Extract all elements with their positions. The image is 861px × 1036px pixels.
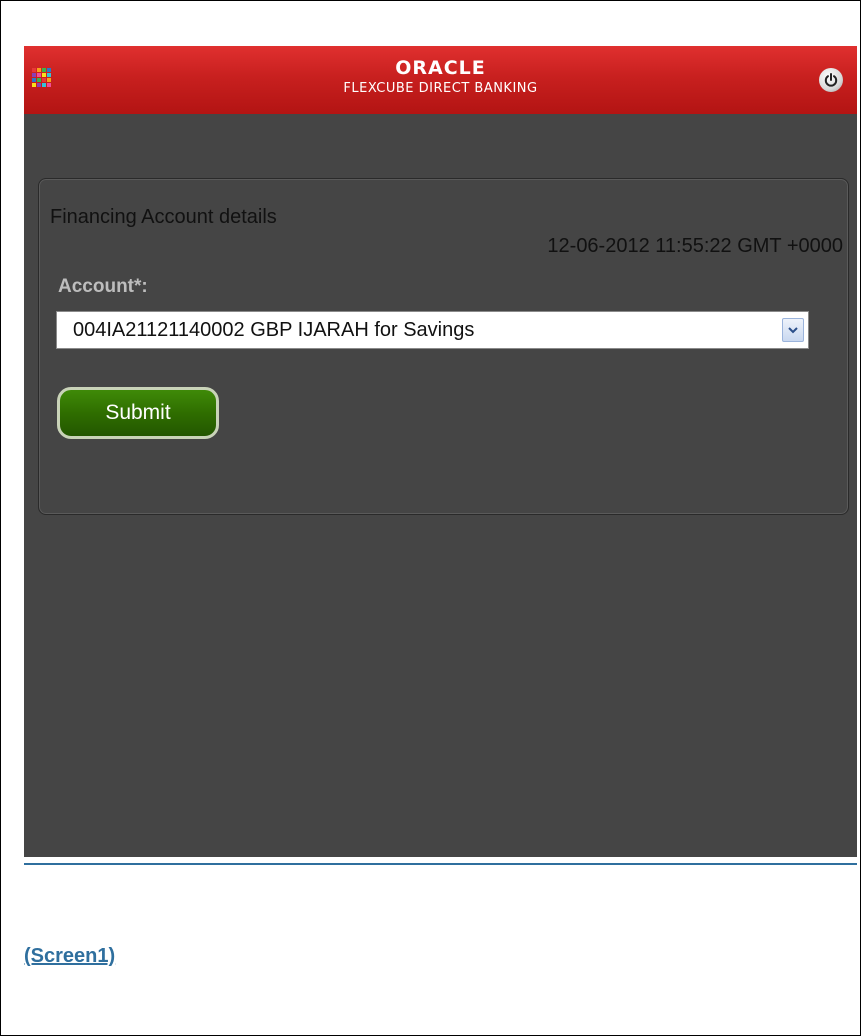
account-select-value: 004IA21121140002 GBP IJARAH for Savings	[73, 319, 475, 341]
screen-caption[interactable]: (Screen1)	[24, 945, 115, 968]
divider	[24, 863, 857, 865]
oracle-logo: ORACLE	[395, 57, 486, 79]
chevron-down-icon[interactable]	[782, 318, 804, 342]
mobile-screen: ORACLE FLEXCUBE DIRECT BANKING Financing…	[24, 46, 857, 857]
app-header: ORACLE FLEXCUBE DIRECT BANKING	[24, 46, 857, 114]
brand: ORACLE FLEXCUBE DIRECT BANKING	[24, 58, 857, 98]
brand-subtitle: FLEXCUBE DIRECT BANKING	[343, 81, 538, 96]
account-details-panel: Financing Account details 12-06-2012 11:…	[38, 178, 849, 515]
submit-button[interactable]: Submit	[57, 387, 219, 439]
account-label: Account*:	[58, 276, 148, 297]
account-select[interactable]: 004IA21121140002 GBP IJARAH for Savings	[56, 311, 809, 349]
power-icon[interactable]	[819, 68, 843, 92]
panel-title: Financing Account details	[50, 206, 277, 228]
timestamp: 12-06-2012 11:55:22 GMT +0000	[547, 235, 843, 257]
